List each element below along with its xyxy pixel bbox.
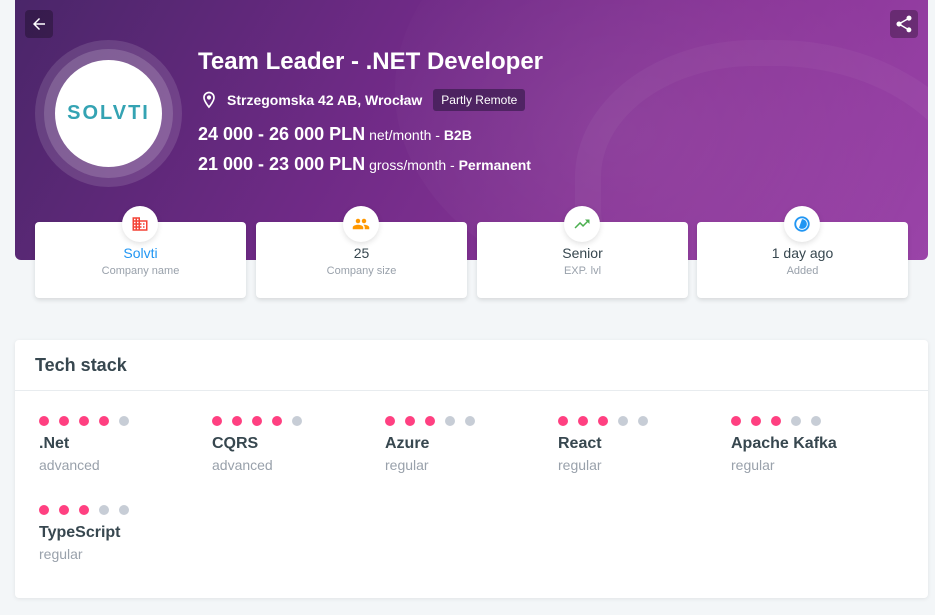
skill-rating [212, 416, 362, 426]
added-card: 1 day ago Added [697, 206, 908, 298]
skill-rating [39, 416, 189, 426]
location-row: Strzegomska 42 AB, Wrocław Partly Remote [199, 88, 526, 112]
skill-rating [39, 505, 189, 515]
rating-dot-empty [465, 416, 475, 426]
salary-permanent: 21 000 - 23 000 PLN gross/month - Permane… [198, 154, 531, 175]
rating-dot-filled [578, 416, 588, 426]
arrow-left-icon [33, 18, 45, 30]
salary-period: gross/month - [369, 157, 459, 173]
rating-dot-empty [445, 416, 455, 426]
rating-dot-filled [39, 416, 49, 426]
rating-dot-empty [638, 416, 648, 426]
company-name-value[interactable]: Solvti [35, 245, 246, 261]
rating-dot-filled [731, 416, 741, 426]
experience-label: EXP. lvl [563, 265, 602, 277]
salary-amount: 24 000 - 26 000 PLN [198, 124, 366, 144]
skill-item: .Net advanced [39, 416, 189, 473]
rating-dot-filled [39, 505, 49, 515]
company-size-label: Company size [326, 265, 397, 277]
skill-level: regular [558, 457, 602, 473]
skill-rating [731, 416, 881, 426]
salary-amount: 21 000 - 23 000 PLN [198, 154, 366, 174]
salary-period: net/month - [369, 127, 444, 143]
rating-dot-filled [252, 416, 262, 426]
company-name-label: Company name [101, 265, 180, 277]
skill-item: Apache Kafka regular [731, 416, 881, 473]
rating-dot-filled [99, 416, 109, 426]
people-icon [352, 218, 370, 230]
rating-dot-empty [618, 416, 628, 426]
tech-stack-header: Tech stack [15, 340, 928, 391]
location-pin-icon [203, 91, 215, 109]
rating-dot-filled [558, 416, 568, 426]
rating-dot-filled [59, 505, 69, 515]
skill-level: advanced [39, 457, 100, 473]
salary-type: B2B [443, 127, 472, 143]
share-icon [896, 15, 912, 33]
skill-level: regular [731, 457, 775, 473]
rating-dot-filled [771, 416, 781, 426]
tech-stack-panel: Tech stack .Net advanced CQRS advanced A… [15, 340, 928, 598]
rating-dot-filled [232, 416, 242, 426]
skill-name: .Net [39, 435, 70, 452]
added-value: 1 day ago [771, 245, 834, 261]
rating-dot-empty [99, 505, 109, 515]
rating-dot-filled [385, 416, 395, 426]
rating-dot-filled [79, 416, 89, 426]
card-icon-badge [343, 206, 379, 242]
rating-dot-filled [79, 505, 89, 515]
skill-level: regular [39, 546, 83, 562]
trending-up-icon [574, 219, 590, 229]
rating-dot-empty [292, 416, 302, 426]
tech-stack-title: Tech stack [35, 354, 127, 375]
card-icon-badge [122, 206, 158, 242]
card-icon-badge [784, 206, 820, 242]
remote-badge: Partly Remote [433, 89, 526, 111]
rating-dot-empty [119, 505, 129, 515]
rating-dot-filled [212, 416, 222, 426]
salary-type: Permanent [458, 157, 531, 173]
skill-name: Apache Kafka [731, 435, 837, 452]
experience-value: Senior [562, 245, 603, 261]
clock-icon [794, 216, 810, 232]
rating-dot-filled [598, 416, 608, 426]
skill-item: CQRS advanced [212, 416, 362, 473]
rating-dot-filled [425, 416, 435, 426]
skill-rating [385, 416, 535, 426]
rating-dot-filled [59, 416, 69, 426]
company-size-value: 25 [353, 245, 370, 261]
company-name-card: Solvti Company name [35, 206, 246, 298]
skill-name: React [558, 435, 602, 452]
company-logo-text: SOLVTI [67, 102, 150, 124]
share-button[interactable] [890, 10, 918, 38]
rating-dot-filled [751, 416, 761, 426]
company-logo: SOLVTI [55, 60, 162, 167]
skill-item: TypeScript regular [39, 505, 189, 562]
rating-dot-empty [791, 416, 801, 426]
card-icon-badge [564, 206, 600, 242]
skill-name: Azure [385, 435, 430, 452]
skill-item: React regular [558, 416, 708, 473]
salary-b2b: 24 000 - 26 000 PLN net/month - B2B [198, 124, 472, 145]
skill-rating [558, 416, 708, 426]
rating-dot-filled [405, 416, 415, 426]
skill-name: TypeScript [39, 524, 121, 541]
experience-card: Senior EXP. lvl [477, 206, 688, 298]
rating-dot-empty [119, 416, 129, 426]
company-size-card: 25 Company size [256, 206, 467, 298]
building-icon [132, 217, 148, 231]
skill-level: regular [385, 457, 429, 473]
skill-name: CQRS [212, 435, 259, 452]
back-button[interactable] [25, 10, 53, 38]
skill-level: advanced [212, 457, 273, 473]
rating-dot-empty [811, 416, 821, 426]
skill-item: Azure regular [385, 416, 535, 473]
added-label: Added [786, 265, 819, 277]
job-title: Team Leader - .NET Developer [198, 48, 543, 75]
rating-dot-filled [272, 416, 282, 426]
address-text: Strzegomska 42 AB, Wrocław [227, 92, 423, 108]
